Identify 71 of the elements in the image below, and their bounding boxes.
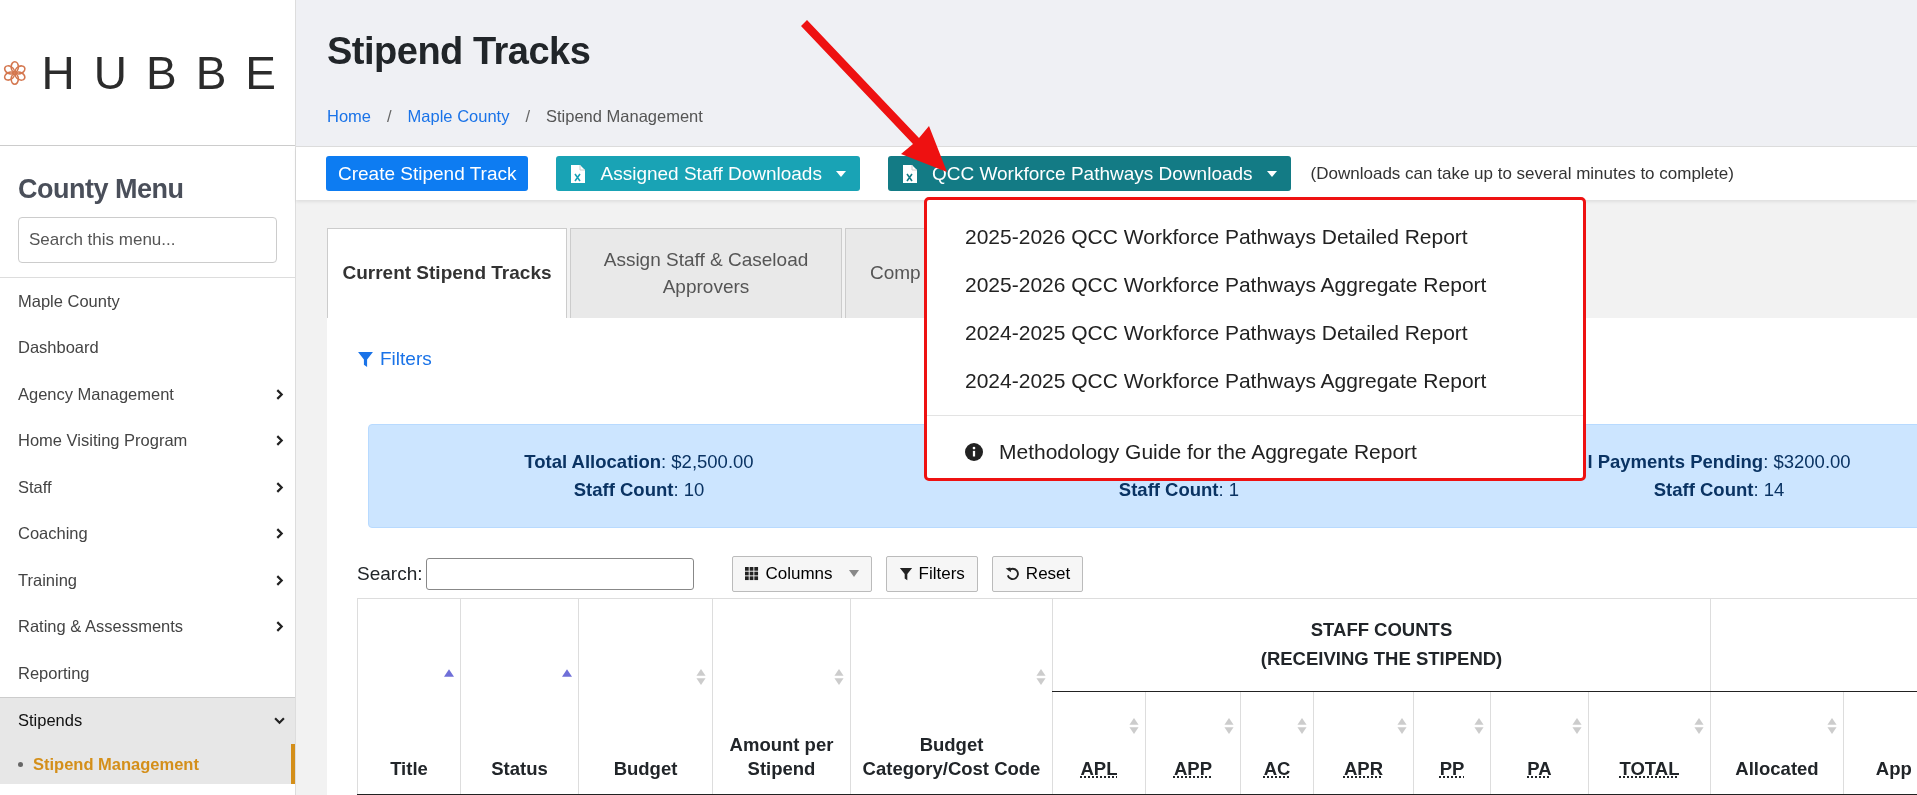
caret-icon [835,170,846,177]
menu-item[interactable]: 2024-2025 QCC Workforce Pathways Detailed Report [927,309,1583,357]
undo-icon [1004,566,1020,581]
search-field[interactable] [426,557,695,590]
filter-icon [357,350,374,368]
spreadsheet-file-icon [901,163,918,184]
sidebar-item[interactable]: Agency Management [0,371,295,418]
search-label: Search: [357,562,423,585]
filters-button[interactable]: Filters [885,555,978,592]
download-note: (Downloads can take up to several minutes to complete) [1310,163,1734,184]
summary-stat: Staff Count: 10 [573,477,705,502]
sidebar-item[interactable]: Training [0,557,295,604]
chevron-right-icon [274,435,285,447]
breadcrumb-link[interactable]: Maple County [407,107,510,126]
menu-item[interactable]: 2025-2026 QCC Workforce Pathways Detailed Report [927,213,1583,261]
column-header[interactable]: Budget Category/Cost Code [850,598,1053,794]
breadcrumb-current: Stipend Management [546,107,703,126]
column-header[interactable]: PP [1413,691,1491,794]
sidebar-item[interactable]: Staff [0,464,295,511]
summary-stat: Staff Count: 14 [1653,477,1785,502]
tab[interactable]: Current Stipend Tracks [327,228,567,318]
menu-item[interactable]: 2025-2026 QCC Workforce Pathways Aggregate Report [927,261,1583,309]
column-header[interactable]: App [1843,691,1917,794]
sidebar-item[interactable]: Rating & Assessments [0,603,295,650]
filter-icon [898,566,913,581]
menu-item[interactable]: Methodology Guide for the Aggregate Report [927,428,1583,476]
breadcrumb-link[interactable]: Home [327,107,371,126]
column-header[interactable]: Budget [578,598,713,794]
chevron-right-icon [274,621,285,633]
sidebar-item[interactable]: Reporting [0,650,295,697]
chevron-right-icon [274,574,285,586]
spreadsheet-file-icon [570,163,587,184]
page-title: Stipend Tracks [327,30,592,73]
sidebar-item[interactable]: Maple County [0,278,295,325]
chevron-right-icon [274,388,285,400]
summary-stat: Staff Count: 1 [1118,477,1240,502]
menu-heading: County Menu [18,174,185,205]
column-header[interactable]: Amount per Stipend [712,598,851,794]
column-header[interactable]: TOTAL [1588,691,1711,794]
chevron-down-icon [274,715,285,727]
summary-stat: Total Allocation: $2,500.00 [524,449,754,474]
sidebar-item[interactable]: Home Visiting Program [0,417,295,464]
column-header[interactable]: AC [1240,691,1314,794]
caret-icon [1266,170,1277,177]
caret-icon [848,570,859,577]
logo-text: HUBBE [41,45,295,100]
column-header[interactable]: Allocated [1710,691,1844,794]
column-header[interactable]: APP [1145,691,1241,794]
sidebar-item[interactable]: Dashboard [0,324,295,371]
sidebar-item[interactable]: Coaching [0,510,295,557]
reset-button[interactable]: Reset [991,555,1084,592]
filters-link[interactable]: Filters [357,348,432,370]
column-header[interactable]: APL [1052,691,1146,794]
column-header[interactable]: PA [1490,691,1589,794]
sidebar-item[interactable]: Stipends [0,696,295,744]
info-icon [965,443,983,461]
create-button[interactable]: Create Stipend Track [326,156,529,191]
summary-stat: l Payments Pending: $3200.00 [1587,449,1851,474]
column-header[interactable]: APR [1313,691,1414,794]
chevron-right-icon [274,481,285,493]
columns-button[interactable]: Columns [732,555,872,592]
breadcrumb-separator: / [525,107,530,126]
column-header[interactable]: Title [357,598,461,794]
grid-icon [745,566,760,581]
menu-item[interactable]: 2024-2025 QCC Workforce Pathways Aggregate Report [927,357,1583,405]
group-header: STAFF COUNTS (RECEIVING THE STIPEND) [1259,617,1504,671]
breadcrumb-separator: / [387,107,392,126]
menu-search-field[interactable]: Search this menu... [18,217,277,263]
tab[interactable]: Assign Staff & Caseload Approvers [570,228,842,318]
column-header[interactable]: Status [460,598,579,794]
chevron-right-icon [274,528,285,540]
